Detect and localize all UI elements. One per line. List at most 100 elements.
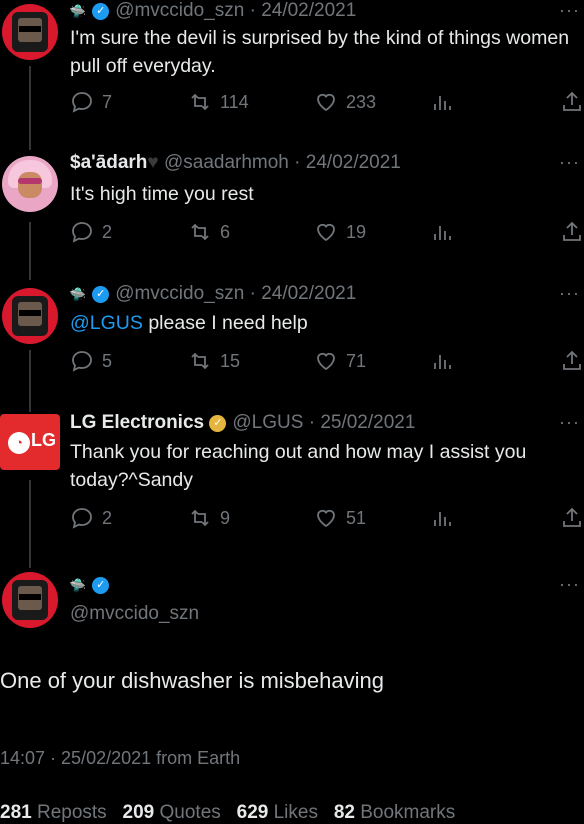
- share-icon: [563, 91, 581, 111]
- tweet-text: @LGUS please I need help: [70, 309, 570, 337]
- thread-line: [29, 350, 31, 412]
- repost-button[interactable]: 15: [188, 349, 240, 373]
- views-icon: [434, 512, 451, 526]
- reply-count: 2: [102, 507, 113, 528]
- reposts-stat[interactable]: 281 Reposts: [0, 802, 107, 823]
- avatar[interactable]: [2, 288, 58, 344]
- share-icon: [563, 221, 581, 241]
- reply-count: 2: [102, 221, 113, 242]
- tweet-header: 🛸 ✓: [68, 574, 115, 596]
- like-icon: [317, 352, 335, 371]
- avatar[interactable]: [2, 156, 58, 212]
- like-button[interactable]: 233: [314, 90, 376, 114]
- lg-logo-icon: ◔: [8, 432, 30, 454]
- date: 25/02/2021: [320, 412, 416, 433]
- display-name[interactable]: $a'ādarh: [70, 152, 147, 173]
- repost-icon: [191, 93, 209, 111]
- verified-badge-icon: ✓: [92, 577, 110, 594]
- like-icon: [317, 223, 335, 242]
- reply-icon: [72, 92, 92, 113]
- like-count: 71: [346, 350, 367, 371]
- like-button[interactable]: 19: [314, 220, 366, 244]
- repost-button[interactable]: 9: [188, 506, 230, 530]
- action-bar: 2 9 51: [70, 506, 584, 532]
- views-button[interactable]: [430, 506, 454, 530]
- handle[interactable]: @saadarhmoh: [164, 152, 289, 173]
- lg-logo-text: LG: [31, 430, 56, 450]
- thread-line: [29, 222, 31, 280]
- share-icon: [563, 350, 581, 370]
- display-name[interactable]: LG Electronics: [70, 412, 204, 433]
- repost-count: 15: [220, 350, 241, 371]
- tweet-text: It's high time you rest: [70, 183, 254, 205]
- repost-button[interactable]: 114: [188, 90, 249, 114]
- share-button[interactable]: [560, 506, 584, 530]
- share-button[interactable]: [560, 349, 584, 373]
- like-count: 19: [346, 221, 367, 242]
- date: 24/02/2021: [261, 283, 357, 304]
- like-icon: [317, 93, 335, 112]
- like-icon: [317, 509, 335, 528]
- share-button[interactable]: [560, 90, 584, 114]
- reply-count: 7: [102, 91, 113, 112]
- reply-button[interactable]: 5: [70, 349, 112, 373]
- ufo-emoji-icon: 🛸: [68, 2, 88, 21]
- repost-button[interactable]: 6: [188, 220, 230, 244]
- like-button[interactable]: 51: [314, 506, 366, 530]
- tweet-header: 🛸 ✓ @mvccido_szn · 24/02/2021: [68, 283, 357, 304]
- black-heart-icon: ♥: [147, 152, 159, 173]
- verified-badge-icon: ✓: [92, 286, 110, 303]
- views-button[interactable]: [430, 90, 454, 114]
- more-icon[interactable]: ···: [559, 412, 580, 433]
- tweet-header: $a'ādarh♥ @saadarhmoh · 24/02/2021: [70, 152, 401, 173]
- verified-badge-icon: ✓: [92, 3, 110, 20]
- date: 24/02/2021: [261, 0, 357, 21]
- handle[interactable]: @mvccido_szn: [115, 283, 244, 304]
- share-button[interactable]: [560, 220, 584, 244]
- likes-stat[interactable]: 629 Likes: [237, 802, 318, 823]
- more-icon[interactable]: ···: [559, 574, 580, 595]
- views-icon: [434, 96, 451, 110]
- action-bar: 7 114 233: [70, 90, 584, 116]
- reply-button[interactable]: 7: [70, 90, 112, 114]
- verified-badge-icon: ✓: [209, 415, 227, 432]
- like-count: 51: [346, 507, 367, 528]
- handle[interactable]: @mvccido_szn: [70, 603, 199, 625]
- more-icon[interactable]: ···: [559, 283, 580, 304]
- thread-line: [29, 66, 31, 150]
- tweet-text: I'm sure the devil is surprised by the k…: [70, 27, 570, 77]
- handle[interactable]: @LGUS: [232, 412, 303, 433]
- reply-icon: [72, 222, 92, 243]
- reply-button[interactable]: 2: [70, 506, 112, 530]
- views-icon: [434, 226, 451, 240]
- views-icon: [434, 355, 451, 369]
- repost-count: 9: [220, 507, 231, 528]
- more-icon[interactable]: ···: [559, 152, 580, 173]
- handle[interactable]: @mvccido_szn: [115, 0, 244, 21]
- views-button[interactable]: [430, 220, 454, 244]
- avatar[interactable]: ◔ LG: [0, 414, 60, 470]
- action-bar: 5 15 71: [70, 349, 584, 375]
- tweet-text-rest: please I need help: [142, 312, 308, 334]
- repost-icon: [191, 509, 209, 527]
- bookmarks-stat[interactable]: 82 Bookmarks: [334, 802, 455, 823]
- repost-icon: [191, 352, 209, 370]
- ufo-emoji-icon: 🛸: [68, 285, 88, 304]
- ufo-emoji-icon: 🛸: [68, 576, 88, 595]
- reply-button[interactable]: 2: [70, 220, 112, 244]
- engagement-stats: 281 Reposts 209 Quotes 629 Likes 82 Book…: [0, 802, 455, 824]
- more-icon[interactable]: ···: [559, 0, 580, 21]
- views-button[interactable]: [430, 349, 454, 373]
- mention-link[interactable]: @LGUS: [70, 312, 143, 334]
- avatar[interactable]: [2, 4, 58, 60]
- repost-count: 114: [220, 91, 249, 112]
- repost-count: 6: [220, 221, 231, 242]
- like-button[interactable]: 71: [314, 349, 366, 373]
- avatar[interactable]: [2, 572, 58, 628]
- quotes-stat[interactable]: 209 Quotes: [123, 802, 221, 823]
- repost-icon: [191, 223, 209, 241]
- share-icon: [563, 507, 581, 527]
- reply-count: 5: [102, 350, 113, 371]
- main-tweet-text: One of your dishwasher is misbehaving: [0, 668, 384, 693]
- date: 24/02/2021: [305, 152, 401, 173]
